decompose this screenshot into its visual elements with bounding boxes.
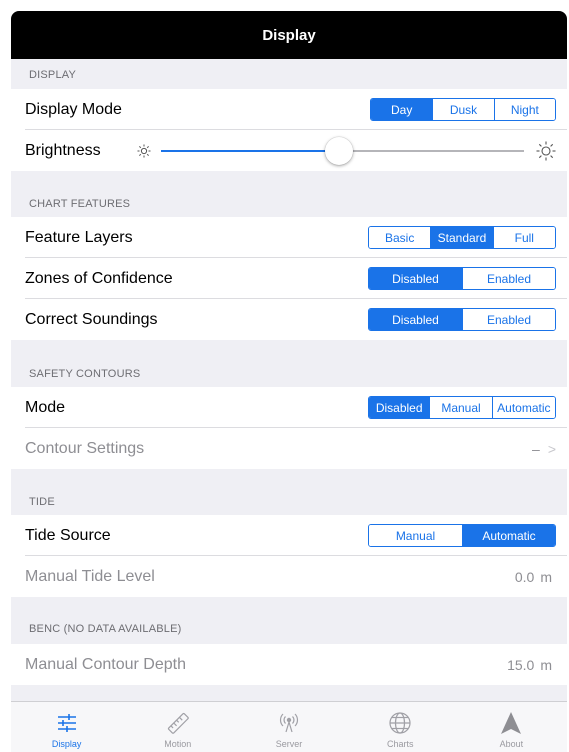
ruler-icon xyxy=(167,712,189,734)
manual-contour-depth-row[interactable]: Manual Contour Depth 15.0 m xyxy=(11,644,567,685)
tab-bar: Display Motion Server Charts About xyxy=(11,701,567,752)
tide-source-automatic-option[interactable]: Automatic xyxy=(462,525,555,546)
tab-charts[interactable]: Charts xyxy=(345,702,456,752)
correct-soundings-disabled-option[interactable]: Disabled xyxy=(369,309,462,330)
antenna-icon xyxy=(279,713,299,733)
sliders-icon xyxy=(57,714,76,732)
display-mode-day-option[interactable]: Day xyxy=(371,99,433,120)
zones-of-confidence-enabled-option[interactable]: Enabled xyxy=(462,268,555,289)
tab-about[interactable]: About xyxy=(456,702,567,752)
manual-contour-depth-label: Manual Contour Depth xyxy=(25,655,186,673)
correct-soundings-segmented-control: Disabled Enabled xyxy=(368,308,556,331)
zones-of-confidence-segmented-control: Disabled Enabled xyxy=(368,267,556,290)
zones-of-confidence-row: Zones of Confidence Disabled Enabled xyxy=(11,258,567,299)
feature-layers-standard-option[interactable]: Standard xyxy=(430,227,493,248)
safety-mode-automatic-option[interactable]: Automatic xyxy=(491,397,555,418)
tab-display-label: Display xyxy=(51,739,82,749)
section-header-safety-contours: SAFETY CONTOURS xyxy=(29,368,141,380)
manual-tide-level-value[interactable]: 0.0 xyxy=(515,569,534,585)
section-header-display: DISPLAY xyxy=(29,69,77,81)
contour-settings-label: Contour Settings xyxy=(25,439,145,457)
safety-mode-manual-option[interactable]: Manual xyxy=(429,397,492,418)
tab-display[interactable]: Display xyxy=(11,702,122,752)
correct-soundings-row: Correct Soundings Disabled Enabled xyxy=(11,299,567,340)
contour-settings-value: – xyxy=(532,440,540,457)
manual-contour-depth-unit: m xyxy=(540,656,552,673)
sun-small-icon xyxy=(137,144,151,157)
tab-server[interactable]: Server xyxy=(233,702,344,752)
display-mode-dusk-option[interactable]: Dusk xyxy=(432,99,494,120)
feature-layers-full-option[interactable]: Full xyxy=(492,227,555,248)
tide-source-manual-option[interactable]: Manual xyxy=(369,525,462,546)
manual-tide-level-unit: m xyxy=(540,568,552,585)
tab-about-label: About xyxy=(499,739,524,749)
brightness-row: Brightness xyxy=(11,130,567,171)
safety-mode-row: Mode Disabled Manual Automatic xyxy=(11,387,567,428)
display-mode-segmented-control: Day Dusk Night xyxy=(370,98,556,121)
feature-layers-basic-option[interactable]: Basic xyxy=(369,227,431,248)
tab-motion-label: Motion xyxy=(164,739,192,749)
tide-source-segmented-control: Manual Automatic xyxy=(368,524,556,547)
sun-large-icon xyxy=(536,141,556,160)
manual-tide-level-row[interactable]: Manual Tide Level 0.0 m xyxy=(11,556,567,597)
display-mode-night-option[interactable]: Night xyxy=(493,99,555,120)
safety-mode-label: Mode xyxy=(25,398,66,416)
display-mode-label: Display Mode xyxy=(25,100,122,118)
zones-of-confidence-disabled-option[interactable]: Disabled xyxy=(369,268,462,289)
section-header-chart-features: CHART FEATURES xyxy=(29,198,131,210)
globe-icon xyxy=(389,712,411,734)
tab-charts-label: Charts xyxy=(386,739,414,749)
contour-settings-row[interactable]: Contour Settings – > xyxy=(11,428,567,469)
tide-source-row: Tide Source Manual Automatic xyxy=(11,515,567,556)
chevron-right-icon: > xyxy=(547,440,556,457)
display-mode-row: Display Mode Day Dusk Night xyxy=(11,89,567,130)
tide-source-label: Tide Source xyxy=(25,526,111,544)
section-header-benc: BENC (NO DATA AVAILABLE) xyxy=(29,623,182,635)
section-header-tide: TIDE xyxy=(29,496,55,508)
brightness-thumb[interactable] xyxy=(324,136,353,165)
settings-screen: Display DISPLAY Display Mode Day Dusk Ni… xyxy=(11,11,567,752)
arrow-up-icon xyxy=(501,712,522,734)
zones-of-confidence-label: Zones of Confidence xyxy=(25,269,173,287)
brightness-label: Brightness xyxy=(25,141,101,159)
correct-soundings-enabled-option[interactable]: Enabled xyxy=(462,309,555,330)
nav-bar: Display xyxy=(11,11,567,59)
brightness-track-fill xyxy=(160,149,339,152)
brightness-track[interactable] xyxy=(160,136,524,165)
brightness-slider[interactable] xyxy=(101,130,556,171)
safety-mode-disabled-option[interactable]: Disabled xyxy=(369,397,430,418)
manual-contour-depth-value[interactable]: 15.0 xyxy=(507,657,534,673)
feature-layers-row: Feature Layers Basic Standard Full xyxy=(11,217,567,258)
tab-motion[interactable]: Motion xyxy=(122,702,233,752)
feature-layers-label: Feature Layers xyxy=(25,228,133,246)
tab-server-label: Server xyxy=(275,739,303,749)
safety-mode-segmented-control: Disabled Manual Automatic xyxy=(368,396,556,419)
manual-tide-level-label: Manual Tide Level xyxy=(25,567,155,585)
feature-layers-segmented-control: Basic Standard Full xyxy=(368,226,556,249)
correct-soundings-label: Correct Soundings xyxy=(25,310,158,328)
page-title: Display xyxy=(262,26,316,44)
